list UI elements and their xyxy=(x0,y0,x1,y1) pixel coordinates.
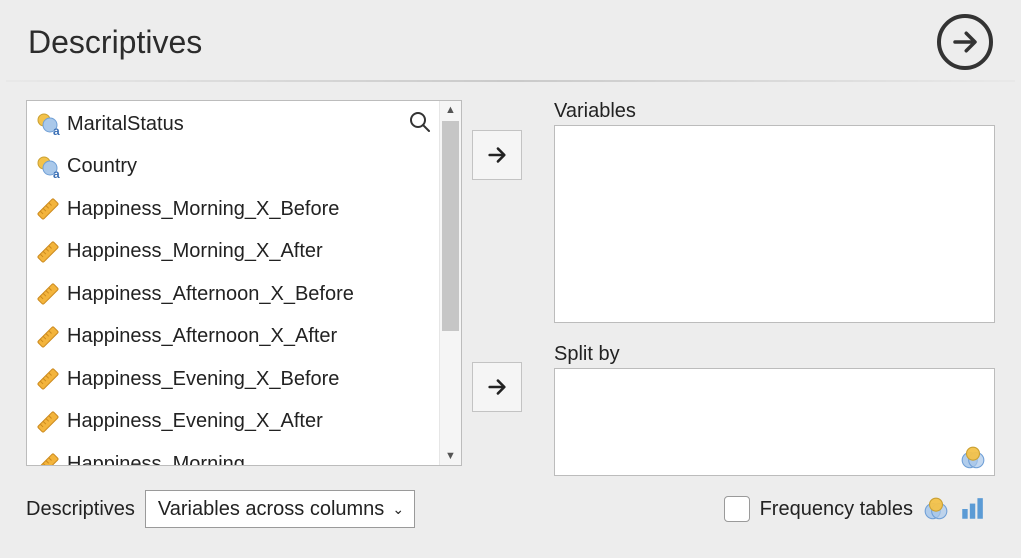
descriptives-mode-select[interactable]: Variables across columns ⌄ xyxy=(145,490,415,528)
list-item[interactable]: Happiness_Evening_X_Before xyxy=(27,358,439,401)
list-item[interactable]: Happiness_Evening_X_After xyxy=(27,401,439,444)
variable-name: MaritalStatus xyxy=(61,113,184,136)
scroll-down-icon[interactable]: ▼ xyxy=(440,447,461,465)
arrow-right-icon xyxy=(486,376,508,398)
variable-name: Happiness_Afternoon_X_After xyxy=(61,325,337,348)
arrow-right-icon xyxy=(486,144,508,166)
variable-name: Happiness_Afternoon_X_Before xyxy=(61,283,354,306)
variable-name: Happiness_Evening_X_After xyxy=(61,410,323,433)
ruler-icon xyxy=(35,282,61,306)
split-dropbox[interactable] xyxy=(554,368,995,476)
list-item[interactable]: Happiness_Afternoon_X_Before xyxy=(27,273,439,316)
ruler-icon xyxy=(35,197,61,221)
frequency-tables-checkbox[interactable] xyxy=(724,496,750,522)
descriptives-mode-label: Descriptives xyxy=(26,498,135,521)
split-label: Split by xyxy=(554,343,995,366)
ruler-icon xyxy=(35,240,61,264)
list-item[interactable]: Happiness_Afternoon_X_After xyxy=(27,316,439,359)
divider xyxy=(6,80,1015,82)
list-item[interactable]: MaritalStatus xyxy=(27,103,439,146)
scroll-thumb[interactable] xyxy=(442,121,459,331)
move-to-variables-button[interactable] xyxy=(472,130,522,180)
select-value: Variables across columns xyxy=(158,498,384,521)
search-button[interactable] xyxy=(408,110,432,140)
variables-dropbox[interactable] xyxy=(554,125,995,323)
list-item[interactable]: Happiness_Morning_X_After xyxy=(27,231,439,274)
list-item[interactable]: Country xyxy=(27,146,439,189)
bars-icon xyxy=(959,496,985,522)
variables-label: Variables xyxy=(554,100,995,123)
variable-name: Country xyxy=(61,155,137,178)
venn-icon xyxy=(923,496,949,522)
search-icon xyxy=(408,110,432,134)
chevron-down-icon: ⌄ xyxy=(392,501,404,518)
run-button[interactable] xyxy=(937,14,993,70)
scrollbar[interactable]: ▲ ▼ xyxy=(439,101,461,465)
scroll-up-icon[interactable]: ▲ xyxy=(440,101,461,119)
nominal-text-icon xyxy=(35,155,61,179)
ruler-icon xyxy=(35,367,61,391)
list-item[interactable]: Happiness_Morning_X_Before xyxy=(27,188,439,231)
arrow-right-icon xyxy=(950,27,980,57)
variable-name: Happiness_Morning xyxy=(61,453,245,465)
available-variables-list[interactable]: MaritalStatus Country Happiness_Morning_X_… xyxy=(26,100,462,466)
venn-icon xyxy=(960,445,986,471)
ruler-icon xyxy=(35,325,61,349)
variable-name: Happiness_Evening_X_Before xyxy=(61,368,339,391)
ruler-icon xyxy=(35,410,61,434)
ruler-icon xyxy=(35,452,61,465)
variable-name: Happiness_Morning_X_After xyxy=(61,240,323,263)
nominal-text-icon xyxy=(35,112,61,136)
variable-name: Happiness_Morning_X_Before xyxy=(61,198,339,221)
page-title: Descriptives xyxy=(28,24,202,61)
frequency-tables-label: Frequency tables xyxy=(760,498,913,521)
list-item[interactable]: Happiness_Morning xyxy=(27,443,439,465)
move-to-split-button[interactable] xyxy=(472,362,522,412)
